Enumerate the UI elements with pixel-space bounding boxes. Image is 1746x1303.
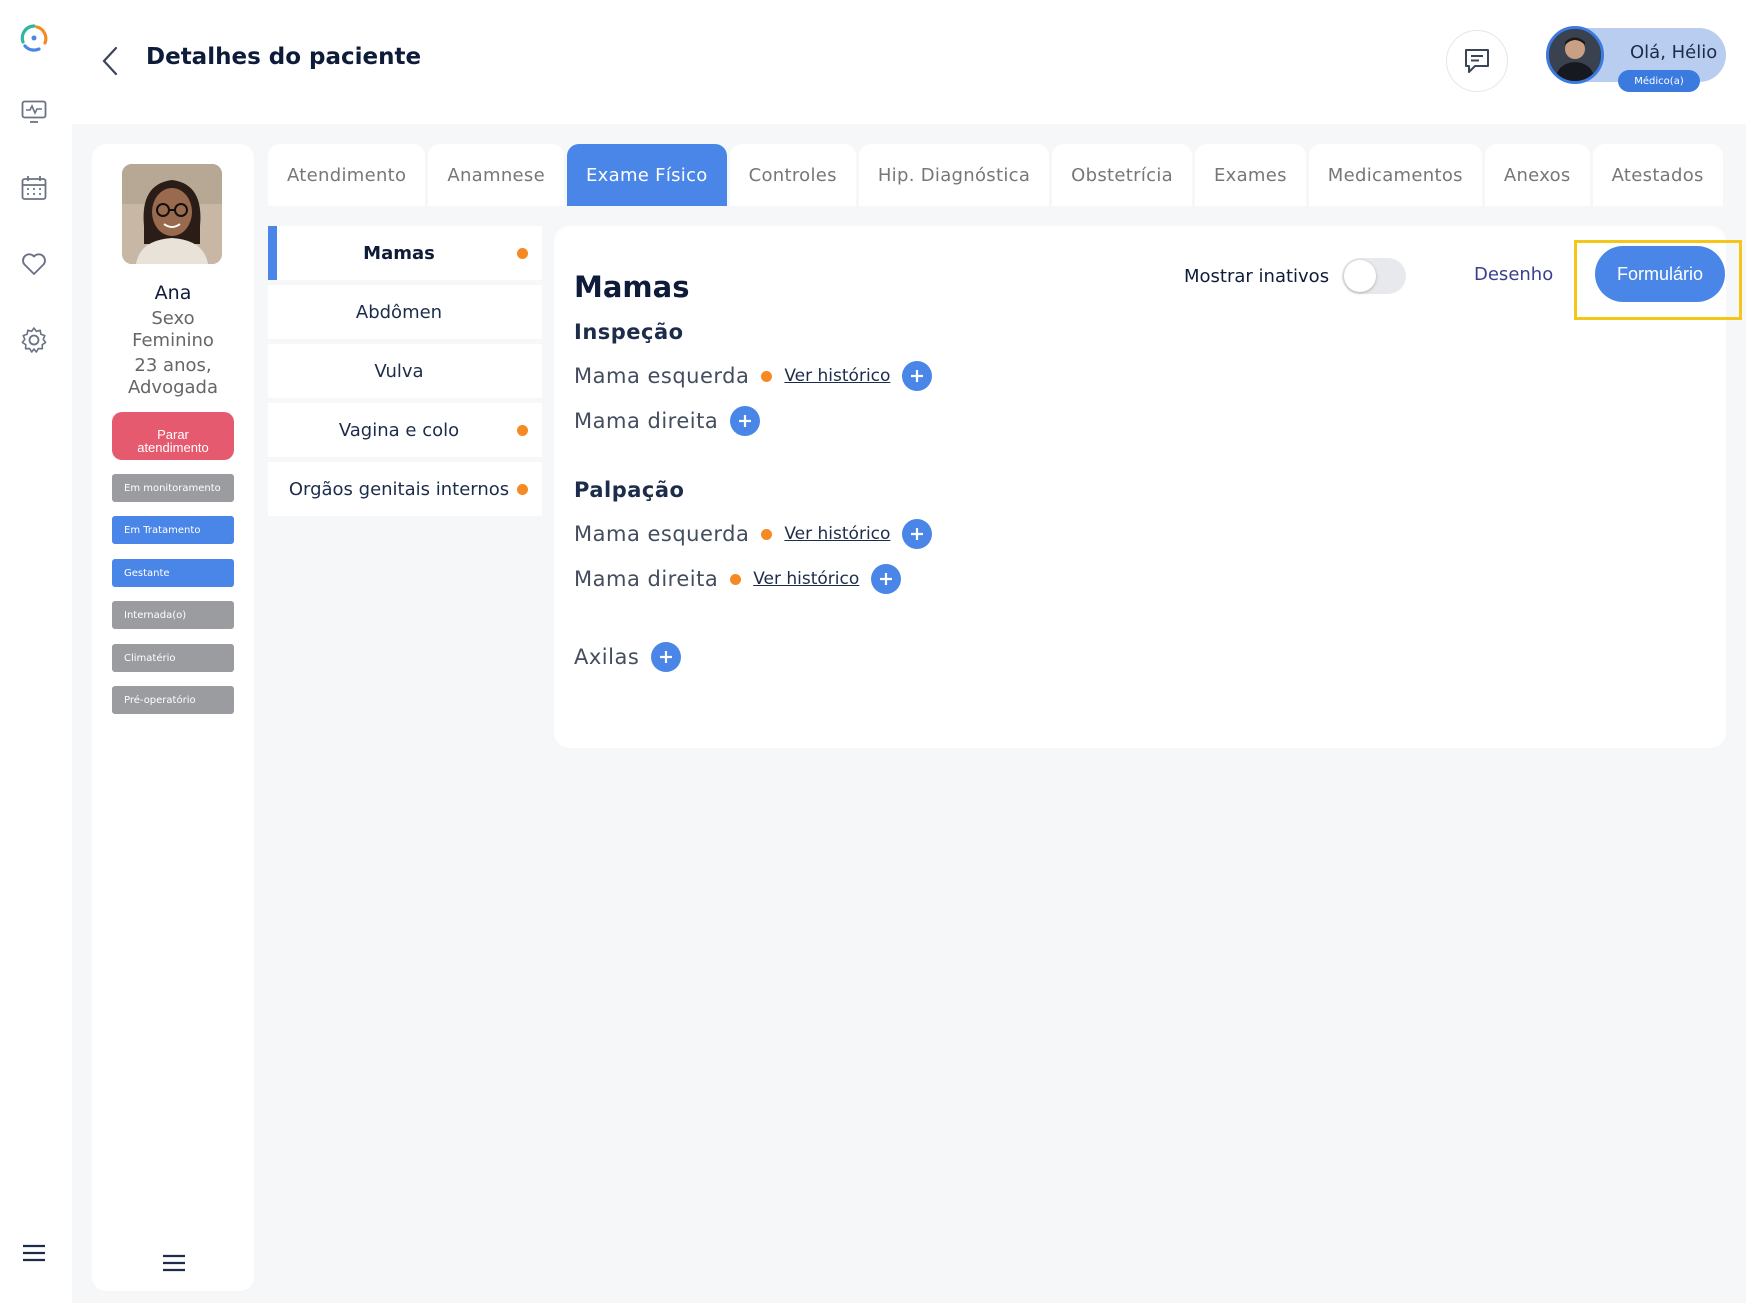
tab-exame-fisico[interactable]: Exame Físico — [566, 144, 727, 206]
plus-icon — [880, 573, 893, 585]
exam-panel: Mamas Mostrar inativos Desenho Formulári… — [554, 226, 1742, 748]
plus-icon — [660, 651, 673, 663]
form-button[interactable]: Formulário — [1595, 246, 1725, 302]
tab-atendimento[interactable]: Atendimento — [268, 144, 426, 206]
row-label: Mama esquerda — [574, 364, 750, 388]
user-role-badge: Médico(a) — [1618, 70, 1700, 92]
patient-photo — [122, 164, 222, 264]
tab-obstetricia[interactable]: Obstetrícia — [1052, 144, 1192, 206]
tag-monitoring[interactable]: Em monitoramento — [112, 474, 234, 502]
add-button[interactable] — [902, 519, 933, 549]
patient-occupation: Advogada — [128, 377, 218, 398]
pending-dot — [517, 425, 528, 436]
settings-icon[interactable] — [18, 324, 50, 356]
patient-sex-value: Feminino — [132, 330, 214, 351]
add-button[interactable] — [871, 564, 902, 594]
show-inactive-label: Mostrar inativos — [1184, 266, 1330, 287]
group-title-palpacao: Palpação — [574, 478, 685, 502]
row-label: Mama direita — [574, 409, 719, 433]
chat-button[interactable] — [1446, 30, 1508, 92]
plus-icon — [911, 370, 924, 382]
plus-icon — [739, 415, 752, 427]
section-list: Mamas Abdômen Vulva Vagina e colo Orgãos… — [268, 226, 542, 521]
section-item-orgaos-genitais[interactable]: Orgãos genitais internos — [268, 462, 542, 516]
view-history-link[interactable]: Ver histórico — [753, 569, 859, 589]
tab-anexos[interactable]: Anexos — [1484, 144, 1590, 206]
patient-menu-icon[interactable] — [162, 1254, 186, 1272]
user-profile-button[interactable]: Olá, Hélio Médico(a) — [1546, 26, 1726, 92]
section-label: Vagina e colo — [338, 419, 460, 441]
plus-icon — [911, 528, 924, 540]
tag-climacteric[interactable]: Climatério — [112, 644, 234, 672]
axilas-row: Axilas — [574, 640, 682, 674]
stop-button-line2: atendimento — [137, 440, 209, 455]
patient-name: Ana — [154, 282, 192, 304]
section-label: Abdômen — [355, 301, 443, 323]
tag-pregnant[interactable]: Gestante — [112, 559, 234, 587]
drawing-link[interactable]: Desenho — [1474, 264, 1553, 285]
stop-attendance-button[interactable]: Parar atendimento — [112, 412, 234, 460]
logo-icon[interactable] — [18, 22, 50, 54]
add-button[interactable] — [651, 642, 682, 672]
pending-dot — [517, 248, 528, 259]
panel-title: Mamas — [574, 270, 690, 304]
row-label: Mama esquerda — [574, 522, 750, 546]
main-canvas: Ana Sexo Feminino 23 anos, Advogada Para… — [72, 124, 1746, 1303]
tag-hospitalized[interactable]: Internada(o) — [112, 601, 234, 629]
section-label: Vulva — [374, 360, 424, 382]
group-title-inspecao: Inspeção — [574, 320, 684, 344]
pending-dot — [761, 528, 773, 540]
user-avatar — [1546, 26, 1604, 84]
heart-icon[interactable] — [18, 248, 50, 280]
patient-sex-label: Sexo — [151, 308, 195, 329]
left-rail — [0, 0, 72, 1303]
exam-tabs: Atendimento Anamnese Exame Físico Contro… — [268, 144, 1723, 206]
tab-anamnese[interactable]: Anamnese — [428, 144, 564, 206]
section-label: Orgãos genitais internos — [288, 478, 510, 500]
calendar-icon[interactable] — [18, 172, 50, 204]
pending-dot — [517, 484, 528, 495]
tab-controles[interactable]: Controles — [729, 144, 856, 206]
toggle-knob — [1344, 260, 1376, 292]
show-inactive-toggle[interactable] — [1342, 258, 1406, 294]
add-button[interactable] — [902, 361, 933, 391]
section-item-vulva[interactable]: Vulva — [268, 344, 542, 398]
chat-icon — [1465, 49, 1489, 73]
top-header: Detalhes do paciente Olá, Hélio Médico(a… — [72, 0, 1746, 124]
menu-icon[interactable] — [18, 1237, 50, 1269]
add-button[interactable] — [730, 406, 761, 436]
section-item-abdomen[interactable]: Abdômen — [268, 285, 542, 339]
view-history-link[interactable]: Ver histórico — [784, 524, 890, 544]
row-label: Axilas — [574, 645, 640, 669]
palpacao-left-row: Mama esquerda Ver histórico — [574, 517, 933, 551]
row-label: Mama direita — [574, 567, 719, 591]
section-label: Mamas — [363, 242, 435, 264]
tab-hip-diagnostica[interactable]: Hip. Diagnóstica — [858, 144, 1050, 206]
inspecao-right-row: Mama direita — [574, 404, 761, 438]
tab-exames[interactable]: Exames — [1194, 144, 1306, 206]
view-history-link[interactable]: Ver histórico — [784, 366, 890, 386]
tab-medicamentos[interactable]: Medicamentos — [1308, 144, 1482, 206]
section-item-vagina-colo[interactable]: Vagina e colo — [268, 403, 542, 457]
user-greeting: Olá, Hélio — [1630, 42, 1718, 63]
pending-dot — [761, 370, 773, 382]
tag-in-treatment[interactable]: Em Tratamento — [112, 516, 234, 544]
page-title: Detalhes do paciente — [146, 44, 422, 70]
tab-atestados[interactable]: Atestados — [1592, 144, 1723, 206]
section-item-mamas[interactable]: Mamas — [268, 226, 542, 280]
pending-dot — [730, 573, 742, 585]
palpacao-right-row: Mama direita Ver histórico — [574, 562, 902, 596]
patient-card: Ana Sexo Feminino 23 anos, Advogada Para… — [92, 144, 254, 1291]
patient-age: 23 anos, — [134, 355, 212, 376]
monitor-icon[interactable] — [18, 96, 50, 128]
back-arrow-icon[interactable] — [96, 44, 124, 78]
tag-pre-operative[interactable]: Pré-operatório — [112, 686, 234, 714]
inspecao-left-row: Mama esquerda Ver histórico — [574, 359, 933, 393]
